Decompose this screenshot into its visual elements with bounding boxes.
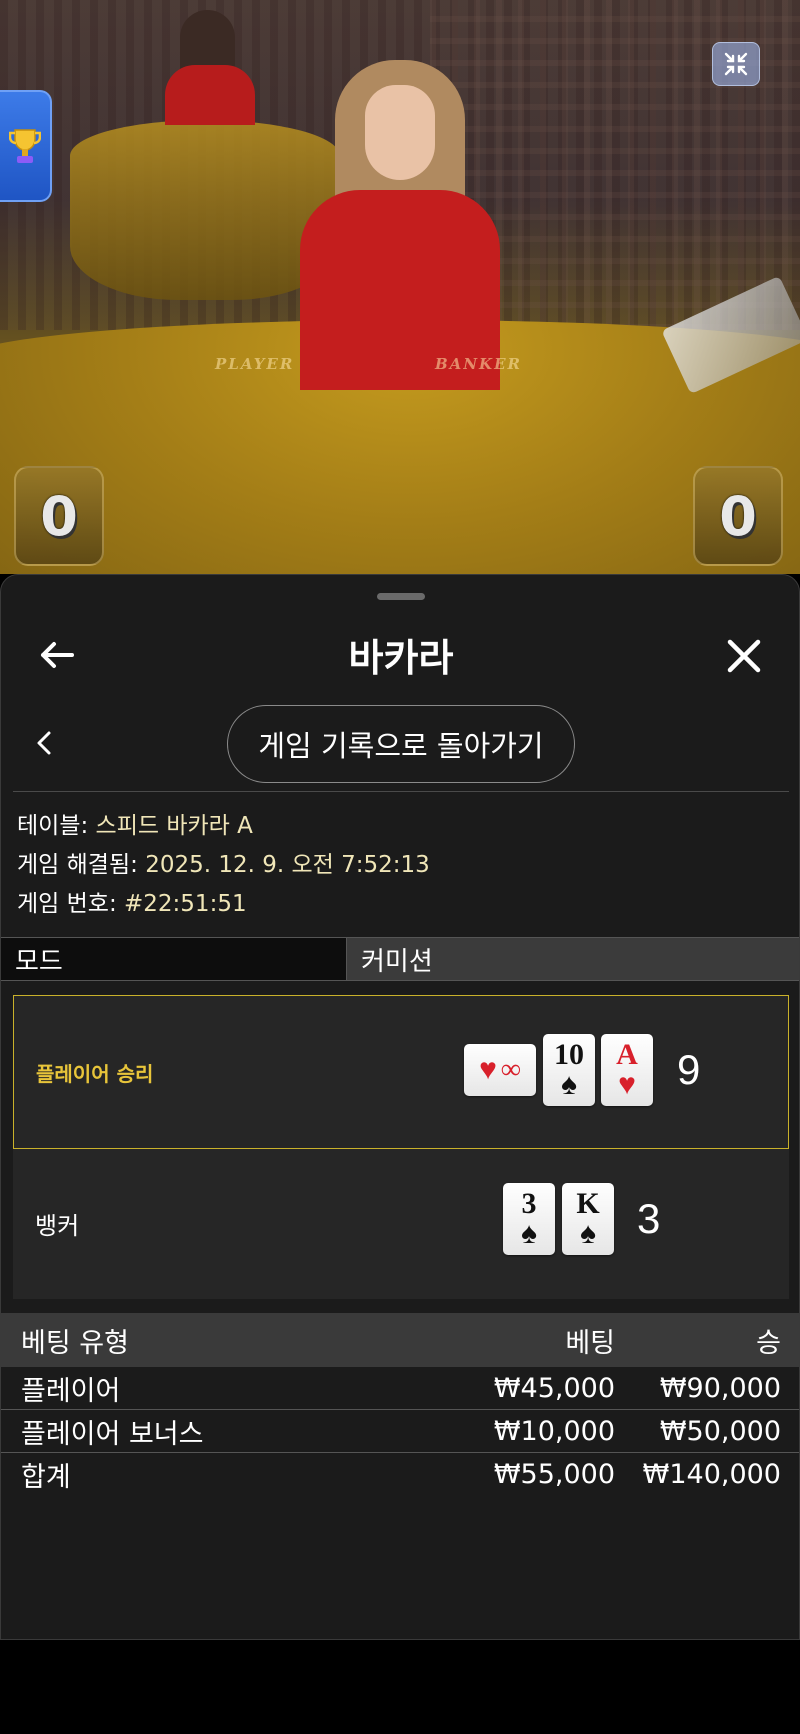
card-rank: K xyxy=(576,1187,600,1220)
divider xyxy=(13,791,789,792)
table-row: 플레이어 보너스 ₩10,000 ₩50,000 xyxy=(1,1410,799,1453)
playing-card: 3 ♠ xyxy=(503,1183,555,1255)
round-results: 플레이어 승리 ♥ ∞ 10 ♠ A ♥ 9 뱅커 3 ♠ K ♠ 3 xyxy=(13,995,789,1299)
banker-result-label: 뱅커 xyxy=(35,1211,80,1240)
bottom-safe-area xyxy=(0,1640,800,1734)
card-suit: ♥ xyxy=(479,1053,497,1086)
tab-commission[interactable]: 커미션 xyxy=(347,938,799,980)
history-nav: 게임 기록으로 돌아가기 xyxy=(1,701,799,787)
card-rank: 3 xyxy=(521,1187,537,1220)
game-number-info: 게임 번호: #22:51:51 xyxy=(17,885,777,924)
banker-hand-total: 3 xyxy=(637,1195,661,1242)
game-detail-sheet: 바카라 게임 기록으로 돌아가기 테이블: 스피드 바카라 A 게임 해결됨: … xyxy=(0,574,800,1640)
tab-mode[interactable]: 모드 xyxy=(1,938,347,980)
sheet-title: 바카라 xyxy=(348,636,454,680)
collapse-icon xyxy=(724,52,748,76)
trophy-icon xyxy=(9,129,41,163)
playing-card: A ♥ xyxy=(601,1034,653,1106)
app-root: PLAYER BANKER 0 0 바카라 게임 기록으로 돌아가기 테이블: … xyxy=(0,0,800,1734)
card-rank: A xyxy=(616,1038,638,1071)
card-suit: ♠ xyxy=(521,1217,537,1250)
table-row: 플레이어 ₩45,000 ₩90,000 xyxy=(1,1367,799,1410)
table-value: 스피드 바카라 A xyxy=(95,813,253,839)
playing-card: 10 ♠ xyxy=(543,1034,595,1106)
close-icon xyxy=(727,639,761,673)
card-suit: ♠ xyxy=(561,1068,577,1101)
bets-table-header: 베팅 유형 베팅 승 xyxy=(1,1313,799,1367)
banker-result-row: 뱅커 3 ♠ K ♠ 3 xyxy=(13,1147,789,1299)
resolved-value: 2025. 12. 9. 오전 7:52:13 xyxy=(145,852,430,878)
player-score-box: 0 xyxy=(14,466,104,566)
collapse-button[interactable] xyxy=(712,42,760,86)
card-suit: ♥ xyxy=(618,1068,636,1101)
bet-amount-header: 베팅 xyxy=(565,1327,615,1359)
bet-type-header: 베팅 유형 xyxy=(21,1327,129,1359)
background-dealer xyxy=(165,10,255,125)
game-number-label: 게임 번호: xyxy=(17,891,117,917)
dealer xyxy=(300,60,500,390)
game-number-value: #22:51:51 xyxy=(124,891,247,917)
chevron-left-icon xyxy=(37,731,51,755)
bet-type: 합계 xyxy=(21,1462,71,1493)
player-result-row: 플레이어 승리 ♥ ∞ 10 ♠ A ♥ 9 xyxy=(13,995,789,1149)
felt-player-label: PLAYER xyxy=(215,355,295,373)
sheet-grabber[interactable] xyxy=(377,593,425,600)
card-rank: 10 xyxy=(554,1038,584,1071)
card-suit: ♠ xyxy=(580,1217,596,1250)
banker-score: 0 xyxy=(719,484,757,548)
player-result-label: 플레이어 승리 xyxy=(36,1061,154,1086)
bets-table: 베팅 유형 베팅 승 플레이어 ₩45,000 ₩90,000 플레이어 보너스… xyxy=(1,1313,799,1496)
table-label: 테이블: xyxy=(17,813,89,839)
felt-banker-label: BANKER xyxy=(435,355,522,373)
win-amount: ₩50,000 xyxy=(659,1415,781,1447)
banker-score-box: 0 xyxy=(693,466,783,566)
player-score: 0 xyxy=(40,484,78,548)
win-amount: ₩90,000 xyxy=(659,1372,781,1404)
playing-card: K ♠ xyxy=(562,1183,614,1255)
back-to-history-button[interactable]: 게임 기록으로 돌아가기 xyxy=(227,705,575,783)
win-amount-header: 승 xyxy=(756,1327,781,1359)
sheet-header: 바카라 xyxy=(1,615,799,695)
previous-game-button[interactable] xyxy=(27,723,61,763)
total-row: 합계 ₩55,000 ₩140,000 xyxy=(1,1453,799,1496)
bet-amount: ₩55,000 xyxy=(493,1459,615,1490)
resolved-label: 게임 해결됨: xyxy=(17,852,138,878)
bet-amount: ₩45,000 xyxy=(493,1372,615,1404)
live-video: PLAYER BANKER 0 0 xyxy=(0,0,800,574)
card-rank: ∞ xyxy=(500,1054,521,1085)
game-info: 테이블: 스피드 바카라 A 게임 해결됨: 2025. 12. 9. 오전 7… xyxy=(17,807,777,924)
close-button[interactable] xyxy=(719,631,769,681)
playing-card: ♥ ∞ xyxy=(464,1044,536,1096)
bet-type: 플레이어 xyxy=(21,1375,121,1407)
resolved-info: 게임 해결됨: 2025. 12. 9. 오전 7:52:13 xyxy=(17,846,777,885)
bet-type: 플레이어 보너스 xyxy=(21,1418,204,1450)
bet-amount: ₩10,000 xyxy=(493,1415,615,1447)
win-amount: ₩140,000 xyxy=(642,1459,781,1490)
table-info: 테이블: 스피드 바카라 A xyxy=(17,807,777,846)
trophy-button[interactable] xyxy=(0,90,52,202)
player-hand-total: 9 xyxy=(677,1046,701,1093)
mode-tabs: 모드 커미션 xyxy=(1,937,799,981)
